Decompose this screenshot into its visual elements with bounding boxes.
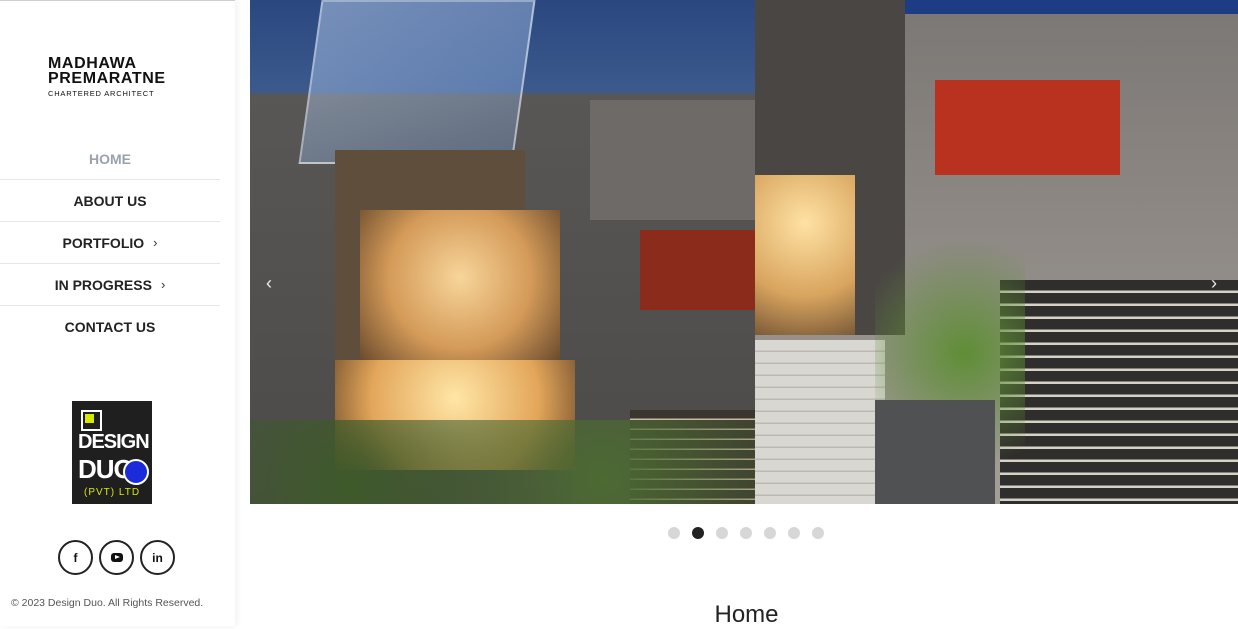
brand-line-1: MADHAWA [48, 55, 137, 72]
nav-item-in-progress[interactable]: IN PROGRESS › [0, 264, 220, 306]
sidebar: MADHAWA PREMARATNE CHARTERED ARCHITECT H… [0, 0, 235, 626]
youtube-icon[interactable] [99, 540, 134, 575]
nav-item-label: PORTFOLIO [62, 234, 145, 251]
nav-item-label: HOME [89, 150, 131, 167]
badge-line-1: DESIGN [78, 431, 150, 453]
slider-dot[interactable] [788, 527, 800, 539]
nav-item-contact-us[interactable]: CONTACT US [0, 306, 220, 347]
nav-item-label: CONTACT US [64, 318, 156, 335]
plants [250, 420, 755, 504]
slider-dot[interactable] [668, 527, 680, 539]
nav-item-label: ABOUT US [73, 192, 147, 209]
image-slider[interactable] [250, 0, 1238, 504]
linkedin-icon[interactable]: in [140, 540, 175, 575]
main-nav: HOME ABOUT US PORTFOLIO › IN PROGRESS › … [0, 138, 220, 347]
top-divider [0, 0, 235, 1]
brand-subtitle: CHARTERED ARCHITECT [48, 89, 155, 98]
nav-item-home[interactable]: HOME [0, 138, 220, 180]
nav-item-label: IN PROGRESS [54, 276, 152, 293]
slider-dot[interactable] [740, 527, 752, 539]
blue-canopy [905, 0, 1238, 14]
slider-dot[interactable] [812, 527, 824, 539]
slider-dot[interactable] [716, 527, 728, 539]
red-ceiling [640, 230, 755, 310]
facebook-glyph: f [73, 550, 78, 565]
upper-balcony [590, 100, 755, 220]
nav-item-about-us[interactable]: ABOUT US [0, 180, 220, 222]
nav-item-portfolio[interactable]: PORTFOLIO › [0, 222, 220, 264]
brand-logo[interactable]: MADHAWA PREMARATNE CHARTERED ARCHITECT [48, 55, 168, 99]
slider-dot[interactable] [692, 527, 704, 539]
slide-image-left [250, 0, 755, 504]
slider-next-icon[interactable]: › [1211, 274, 1229, 292]
youtube-glyph [110, 553, 123, 562]
slider-dots [668, 527, 824, 539]
facebook-icon[interactable]: f [58, 540, 93, 575]
linkedin-glyph: in [152, 550, 163, 565]
slider-dot[interactable] [764, 527, 776, 539]
slide-image-right [755, 0, 1238, 504]
social-links: f in [58, 540, 175, 575]
copyright-text: © 2023 Design Duo. All Rights Reserved. [11, 597, 204, 609]
ramp [755, 340, 885, 504]
logo-square-icon [81, 410, 102, 431]
chevron-right-icon: › [160, 277, 166, 292]
design-duo-logo[interactable]: DESIGN DUO (PVT) LTD [72, 401, 152, 504]
red-ceiling [935, 80, 1120, 175]
glass-roof [298, 0, 536, 164]
chevron-right-icon: › [153, 235, 158, 250]
brand-line-2: PREMARATNE [48, 70, 166, 87]
logo-circle-icon [123, 459, 149, 485]
planter [875, 400, 995, 504]
badge-line-3: (PVT) LTD [84, 487, 141, 498]
stairs [1000, 280, 1238, 504]
slider-prev-icon[interactable]: ‹ [266, 274, 284, 292]
lit-room [360, 210, 560, 360]
lit-room [755, 175, 855, 335]
